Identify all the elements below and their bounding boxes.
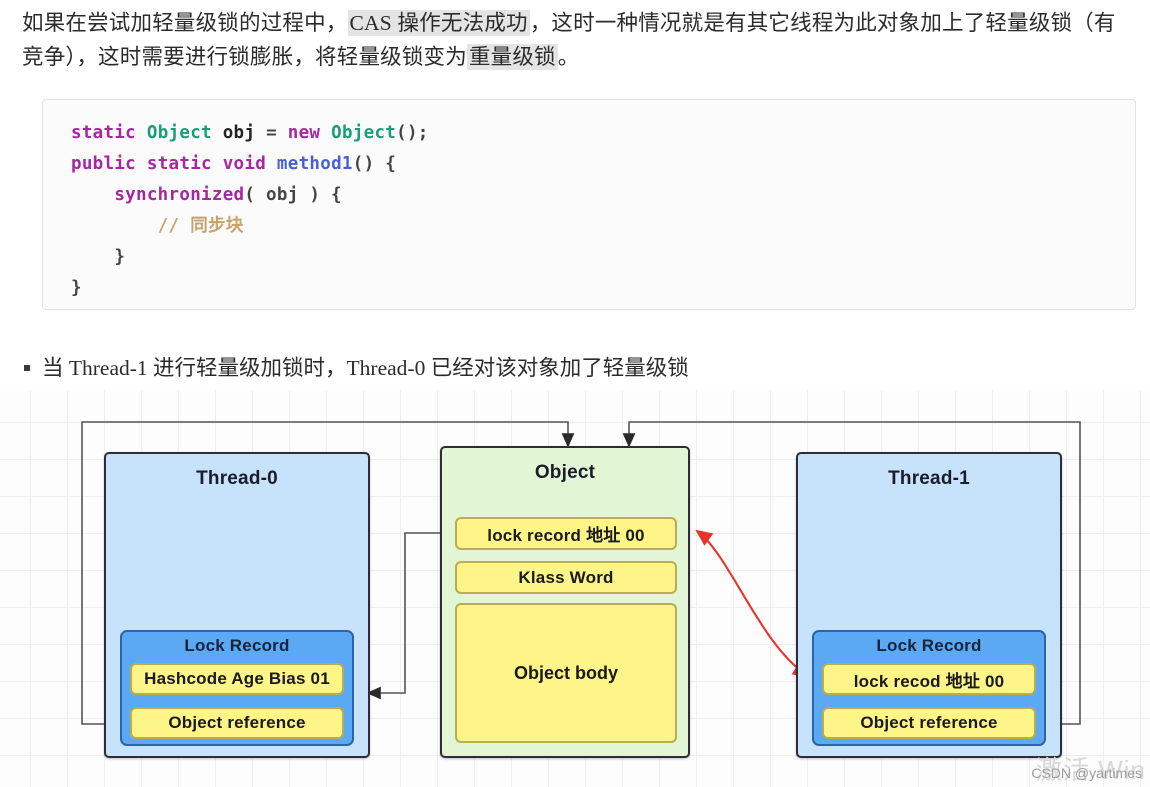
- thread0-row-hashcode: Hashcode Age Bias 01: [130, 663, 344, 695]
- lock-inflation-diagram: Thread-0 Lock Record Hashcode Age Bias 0…: [0, 390, 1150, 787]
- intro-text-part1: 如果在尝试加轻量级锁的过程中，: [22, 11, 348, 35]
- code-operator-assign: =: [266, 123, 277, 143]
- object-row-object-body: Object body: [455, 603, 677, 743]
- code-punct-line1: ();: [396, 123, 429, 143]
- intro-text-part3: 。: [557, 45, 580, 69]
- thread0-lock-record-title: Lock Record: [184, 636, 290, 655]
- intro-highlight-heavyweight-lock: 重量级锁: [466, 44, 558, 70]
- bullet-text: 当 Thread-1 进行轻量级加锁时，Thread-0 已经对该对象加了轻量级…: [42, 356, 689, 380]
- thread1-lock-record-title: Lock Record: [876, 636, 982, 655]
- code-block: static Object obj = new Object(); public…: [42, 99, 1136, 310]
- code-keyword-static: static: [71, 123, 137, 143]
- code-var-obj: obj: [222, 123, 256, 143]
- code-punct-line2: () {: [352, 154, 397, 174]
- thread1-row-object-reference: Object reference: [822, 707, 1036, 739]
- thread1-title: Thread-1: [888, 468, 970, 489]
- code-brace-close-outer: }: [71, 278, 82, 298]
- object-row-klass-word: Klass Word: [455, 561, 677, 594]
- csdn-watermark: CSDN @yartimes: [1031, 765, 1142, 781]
- code-brace-close-inner: }: [114, 247, 126, 267]
- thread0-row-object-reference: Object reference: [130, 707, 344, 739]
- code-comment: // 同步块: [157, 216, 244, 236]
- bullet-square-icon: [24, 365, 30, 371]
- code-type-object2: Object: [331, 123, 397, 143]
- code-keyword-static2: static: [146, 154, 212, 174]
- code-keyword-void: void: [222, 154, 267, 174]
- code-keyword-new: new: [287, 123, 321, 143]
- intro-paragraph: 如果在尝试加轻量级锁的过程中，CAS 操作无法成功，这时一种情况就是有其它线程为…: [22, 6, 1134, 74]
- code-keyword-public: public: [71, 154, 137, 174]
- code-type-object: Object: [146, 123, 212, 143]
- contention-arrow-red: [695, 529, 810, 678]
- code-method-name: method1: [276, 154, 353, 174]
- code-content: static Object obj = new Object(); public…: [71, 118, 429, 304]
- thread1-row-lock-recod-address: lock recod 地址 00: [822, 663, 1036, 695]
- code-punct-line3: ( obj ) {: [244, 185, 342, 205]
- object-title: Object: [534, 462, 596, 483]
- bullet-line: 当 Thread-1 进行轻量级加锁时，Thread-0 已经对该对象加了轻量级…: [24, 352, 689, 384]
- thread0-title: Thread-0: [196, 468, 278, 489]
- object-row-lock-record-address: lock record 地址 00: [455, 517, 677, 550]
- intro-highlight-cas: CAS 操作无法成功: [347, 10, 530, 36]
- code-keyword-synchronized: synchronized: [114, 185, 245, 205]
